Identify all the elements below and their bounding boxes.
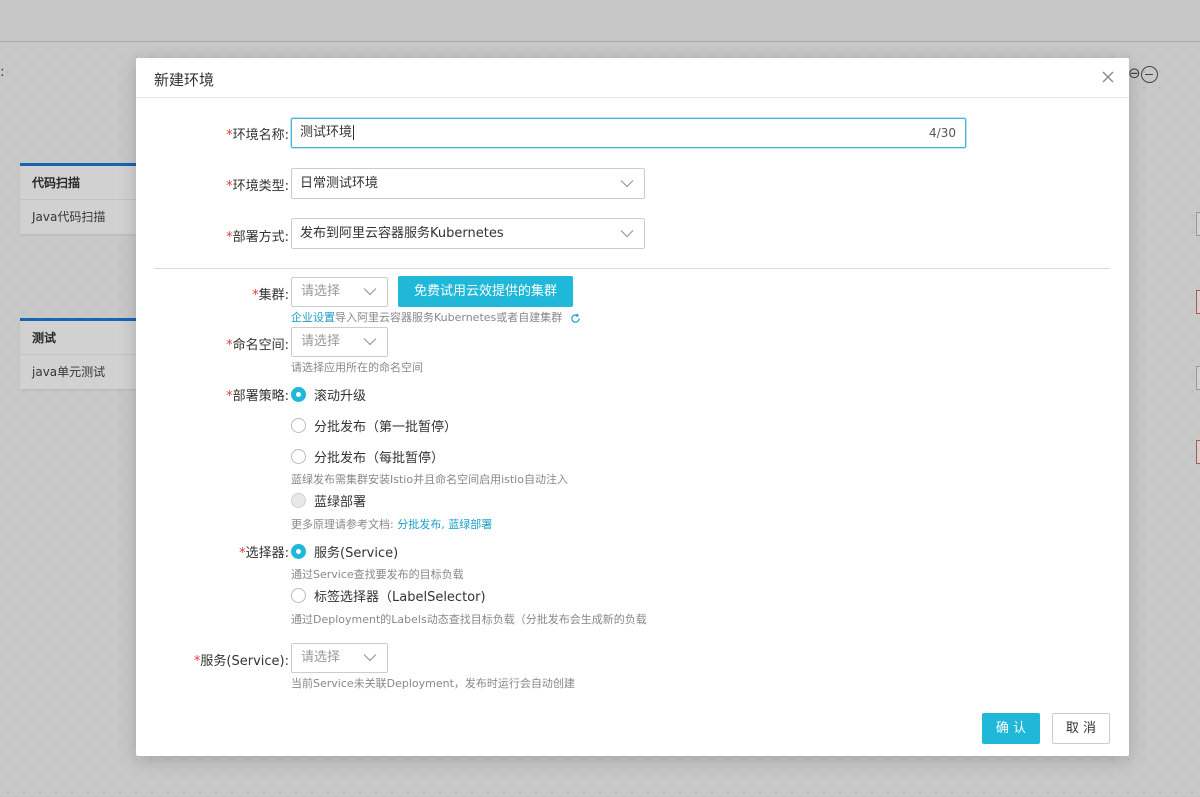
namespace-placeholder: 请选择 (301, 334, 341, 349)
env-name-value: 测试环境 (300, 125, 353, 140)
cluster-help: 企业设置导入阿里云容器服务Kubernetes或者自建集群 (291, 309, 581, 325)
service-select[interactable]: 请选择 (291, 643, 388, 673)
deploy-method-value: 发布到阿里云容器服务Kubernetes (300, 226, 504, 241)
dialog-title: 新建环境 (154, 71, 215, 89)
new-environment-dialog: 新建环境 *环境名称: 测试环境 4/30 *环境类型: 日常测试环境 *部署方… (136, 58, 1129, 756)
bluegreen-note: 蓝绿发布需集群安装Istio并且命名空间启用istio自动注入 (291, 473, 568, 486)
selector-labelselector-radio[interactable]: 标签选择器（LabelSelector) (291, 586, 486, 605)
env-type-label: *环境类型: (226, 179, 289, 194)
batch-release-doc-link[interactable]: 分批发布 (397, 518, 441, 531)
deploy-method-select[interactable]: 发布到阿里云容器服务Kubernetes (291, 218, 645, 249)
cluster-select[interactable]: 请选择 (291, 277, 388, 307)
env-type-value: 日常测试环境 (300, 176, 379, 191)
confirm-button[interactable]: 确 认 (982, 713, 1040, 744)
close-icon[interactable] (1101, 70, 1115, 84)
strategy-batch-first-pause-radio[interactable]: 分批发布（第一批暂停） (291, 416, 457, 435)
enterprise-settings-link[interactable]: 企业设置 (291, 311, 335, 324)
strategy-bluegreen-radio: 蓝绿部署 (291, 491, 366, 510)
strategy-docs: 更多原理请参考文档: 分批发布, 蓝绿部署 (291, 518, 493, 531)
divider (154, 268, 1110, 269)
chevron-down-icon (363, 338, 377, 346)
refresh-icon[interactable] (570, 313, 581, 324)
namespace-help: 请选择应用所在的命名空间 (291, 361, 423, 374)
env-name-label: *环境名称: (226, 128, 289, 143)
dialog-header: 新建环境 (136, 58, 1129, 98)
selector-labelselector-help: 通过Deployment的Labels动态查找目标负载（分批发布会生成新的负载 (291, 613, 647, 626)
selector-service-radio[interactable]: 服务(Service) (291, 542, 398, 561)
env-name-input[interactable]: 测试环境 4/30 (291, 118, 966, 148)
service-help: 当前Service未关联Deployment，发布时运行会自动创建 (291, 677, 575, 690)
free-trial-cluster-button[interactable]: 免费试用云效提供的集群 (398, 276, 573, 307)
namespace-select[interactable]: 请选择 (291, 327, 388, 357)
chevron-down-icon (620, 179, 634, 187)
strategy-rolling-radio[interactable]: 滚动升级 (291, 385, 366, 404)
cluster-label: *集群: (252, 288, 289, 303)
bluegreen-doc-link[interactable]: 蓝绿部署 (448, 518, 492, 531)
service-label: *服务(Service): (193, 654, 289, 669)
strategy-label: *部署策略: (226, 389, 289, 404)
selector-service-help: 通过Service查找要发布的目标负载 (291, 568, 464, 581)
strategy-batch-each-pause-radio[interactable]: 分批发布（每批暂停） (291, 447, 444, 466)
deploy-method-label: *部署方式: (226, 230, 289, 245)
chevron-down-icon (363, 288, 377, 296)
service-placeholder: 请选择 (301, 650, 341, 665)
chevron-down-icon (620, 229, 634, 237)
selector-label: *选择器: (239, 546, 289, 561)
char-count: 4/30 (929, 126, 956, 140)
chevron-down-icon (363, 654, 377, 662)
env-type-select[interactable]: 日常测试环境 (291, 168, 645, 199)
cancel-button[interactable]: 取 消 (1052, 713, 1110, 744)
cluster-placeholder: 请选择 (301, 284, 341, 299)
namespace-label: *命名空间: (226, 338, 289, 353)
